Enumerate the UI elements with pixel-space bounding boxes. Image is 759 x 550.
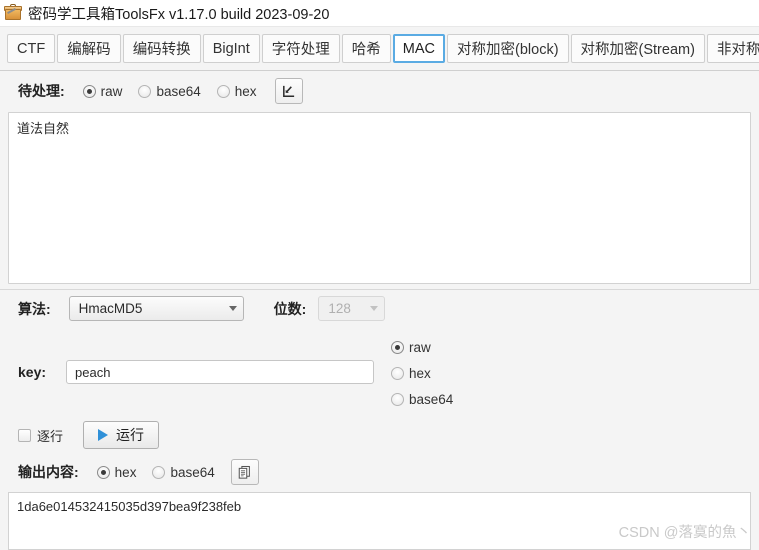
radio-dot-icon xyxy=(391,341,404,354)
key-row: key: peach xyxy=(18,360,375,384)
chevron-down-icon xyxy=(370,306,379,311)
output-encoding-hex[interactable]: hex xyxy=(96,464,137,480)
tab-encoding-convert[interactable]: 编码转换 xyxy=(122,34,201,63)
input-encoding-hex-label: hex xyxy=(234,83,257,99)
algorithm-select[interactable]: HmacMD5 xyxy=(68,296,244,321)
key-input-value: peach xyxy=(75,364,111,380)
run-button[interactable]: 运行 xyxy=(83,421,160,449)
tab-hash[interactable]: 哈希 xyxy=(341,34,391,63)
key-label: key: xyxy=(18,364,47,380)
tab-asymmetric[interactable]: 非对称加密 xyxy=(706,34,759,63)
line-by-line-label: 逐行 xyxy=(37,428,64,444)
line-by-line-checkbox[interactable]: 逐行 xyxy=(18,426,63,445)
input-encoding-base64-label: base64 xyxy=(156,83,201,99)
algorithm-row: 算法: HmacMD5 位数: 128 xyxy=(18,296,386,321)
input-encoding-raw-label: raw xyxy=(100,83,123,99)
key-encoding-hex[interactable]: hex xyxy=(391,366,453,381)
output-encoding-hex-label: hex xyxy=(114,464,137,480)
key-encoding-raw-label: raw xyxy=(409,340,431,355)
tab-symmetric-stream[interactable]: 对称加密(Stream) xyxy=(570,34,705,63)
tab-mac[interactable]: MAC xyxy=(392,34,446,63)
tab-bar: CTF 编解码 编码转换 BigInt 字符处理 哈希 MAC 对称加密(blo… xyxy=(0,27,759,71)
key-input[interactable]: peach xyxy=(66,360,375,384)
radio-dot-icon xyxy=(391,393,404,406)
radio-dot-icon xyxy=(96,465,110,479)
input-toolbar: 待处理: raw base64 hex xyxy=(0,72,759,110)
output-toolbar: 输出内容: hex base64 xyxy=(18,459,259,485)
output-encoding-base64[interactable]: base64 xyxy=(152,464,215,480)
section-divider xyxy=(0,289,759,290)
input-textarea[interactable]: 道法自然 xyxy=(8,112,751,284)
output-section-label: 输出内容: xyxy=(18,464,79,480)
radio-dot-icon xyxy=(82,84,96,98)
import-file-icon xyxy=(283,85,295,97)
tab-text-processing[interactable]: 字符处理 xyxy=(261,34,340,63)
bits-select[interactable]: 128 xyxy=(318,296,386,321)
radio-dot-icon xyxy=(216,84,230,98)
bits-label: 位数: xyxy=(273,300,307,317)
key-encoding-group: raw hex base64 xyxy=(391,340,453,407)
window-title: 密码学工具箱ToolsFx v1.17.0 build 2023-09-20 xyxy=(28,6,330,23)
tab-bigint[interactable]: BigInt xyxy=(202,34,260,63)
tab-ctf[interactable]: CTF xyxy=(7,34,56,63)
copy-output-button[interactable] xyxy=(230,459,259,485)
toolbox-icon xyxy=(4,4,22,22)
title-bar: 密码学工具箱ToolsFx v1.17.0 build 2023-09-20 xyxy=(0,0,759,27)
application-window: 密码学工具箱ToolsFx v1.17.0 build 2023-09-20 C… xyxy=(0,0,759,550)
key-encoding-base64[interactable]: base64 xyxy=(391,392,453,407)
checkbox-box-icon xyxy=(18,428,31,442)
output-result-value: 1da6e014532415035d397bea9f238feb xyxy=(17,499,242,514)
input-encoding-raw[interactable]: raw xyxy=(82,83,123,99)
input-encoding-base64[interactable]: base64 xyxy=(138,83,201,99)
radio-dot-icon xyxy=(391,367,404,380)
radio-dot-icon xyxy=(152,465,166,479)
copy-icon xyxy=(238,465,251,479)
algorithm-select-value: HmacMD5 xyxy=(78,301,143,316)
import-file-button[interactable] xyxy=(274,78,303,104)
input-encoding-hex[interactable]: hex xyxy=(216,83,257,99)
key-encoding-hex-label: hex xyxy=(409,366,431,381)
run-button-label: 运行 xyxy=(116,427,145,443)
key-encoding-base64-label: base64 xyxy=(409,392,454,407)
tab-encode-decode[interactable]: 编解码 xyxy=(57,34,121,63)
input-section-label: 待处理: xyxy=(18,83,65,99)
output-encoding-base64-label: base64 xyxy=(170,464,215,480)
output-textarea[interactable]: 1da6e014532415035d397bea9f238feb xyxy=(8,492,751,550)
chevron-down-icon xyxy=(228,306,237,311)
key-encoding-raw[interactable]: raw xyxy=(391,340,453,355)
play-icon xyxy=(98,429,109,441)
tab-symmetric-block[interactable]: 对称加密(block) xyxy=(447,34,569,63)
input-textarea-value: 道法自然 xyxy=(17,121,70,136)
bits-select-value: 128 xyxy=(328,301,351,316)
algorithm-label: 算法: xyxy=(18,300,51,317)
radio-dot-icon xyxy=(138,84,152,98)
run-row: 逐行 运行 xyxy=(18,421,160,449)
